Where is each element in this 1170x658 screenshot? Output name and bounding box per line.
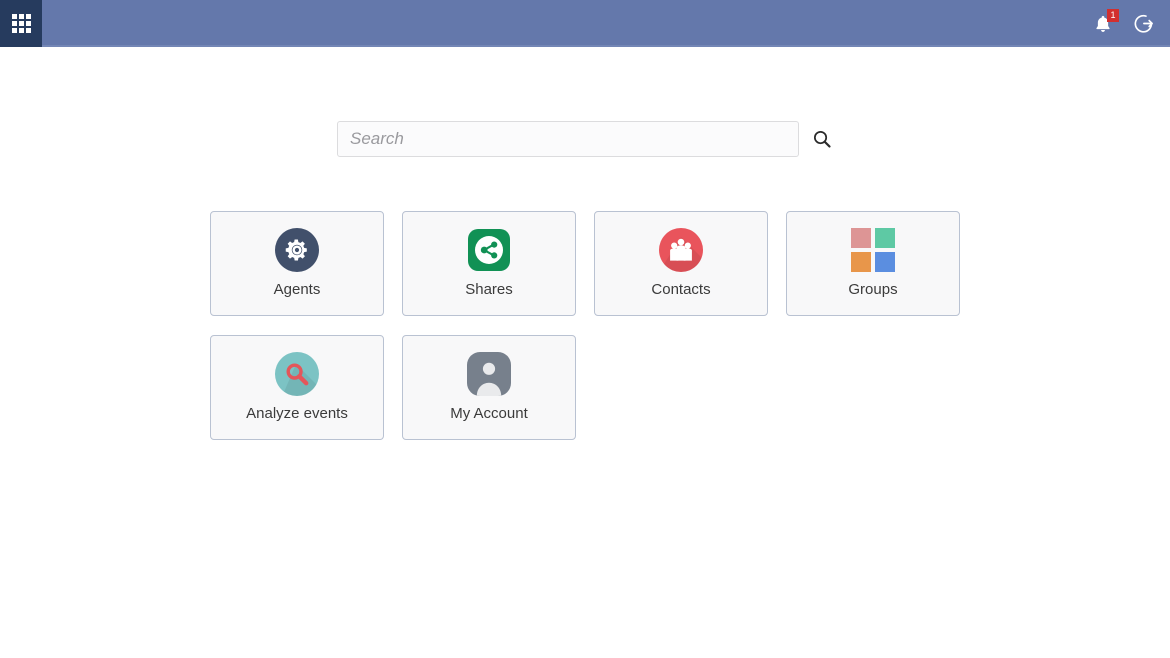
group-square-top-right (875, 228, 895, 248)
share-nodes-icon (468, 229, 510, 271)
tile-contacts-label: Contacts (651, 282, 710, 297)
gear-icon (275, 228, 319, 272)
top-bar-actions: 1 (1090, 0, 1170, 47)
grid-apps-icon (12, 14, 31, 33)
app-tile-grid: Agents Shares (210, 211, 980, 440)
logout-button[interactable] (1130, 11, 1156, 37)
tile-shares[interactable]: Shares (402, 211, 576, 316)
tile-shares-label: Shares (465, 282, 513, 297)
tile-analyze-events-icon-wrap (275, 352, 319, 396)
tile-my-account-icon-wrap (467, 352, 511, 396)
people-group-icon (659, 228, 703, 272)
tile-groups-icon-wrap (851, 228, 895, 272)
tile-groups[interactable]: Groups (786, 211, 960, 316)
tile-shares-icon-wrap (467, 228, 511, 272)
search-button[interactable] (809, 126, 835, 152)
notifications-button[interactable]: 1 (1090, 11, 1116, 37)
tile-my-account-label: My Account (450, 406, 528, 421)
app-launcher-button[interactable] (0, 0, 42, 47)
group-square-top-left (851, 228, 871, 248)
user-avatar-icon (467, 352, 511, 396)
search-icon (811, 128, 833, 150)
tile-agents[interactable]: Agents (210, 211, 384, 316)
tile-contacts[interactable]: Contacts (594, 211, 768, 316)
logout-icon (1132, 12, 1155, 35)
group-square-bottom-left (851, 252, 871, 272)
tile-agents-label: Agents (274, 282, 321, 297)
tile-groups-label: Groups (848, 282, 897, 297)
search-input[interactable] (337, 121, 799, 157)
four-squares-icon (851, 228, 895, 272)
tile-analyze-events[interactable]: Analyze events (210, 335, 384, 440)
search-area (337, 121, 835, 157)
top-bar: 1 (0, 0, 1170, 47)
tile-contacts-icon-wrap (659, 228, 703, 272)
group-square-bottom-right (875, 252, 895, 272)
tile-my-account[interactable]: My Account (402, 335, 576, 440)
magnifier-icon (275, 352, 319, 396)
tile-analyze-events-label: Analyze events (246, 406, 348, 421)
notification-badge: 1 (1107, 9, 1119, 22)
tile-agents-icon-wrap (275, 228, 319, 272)
